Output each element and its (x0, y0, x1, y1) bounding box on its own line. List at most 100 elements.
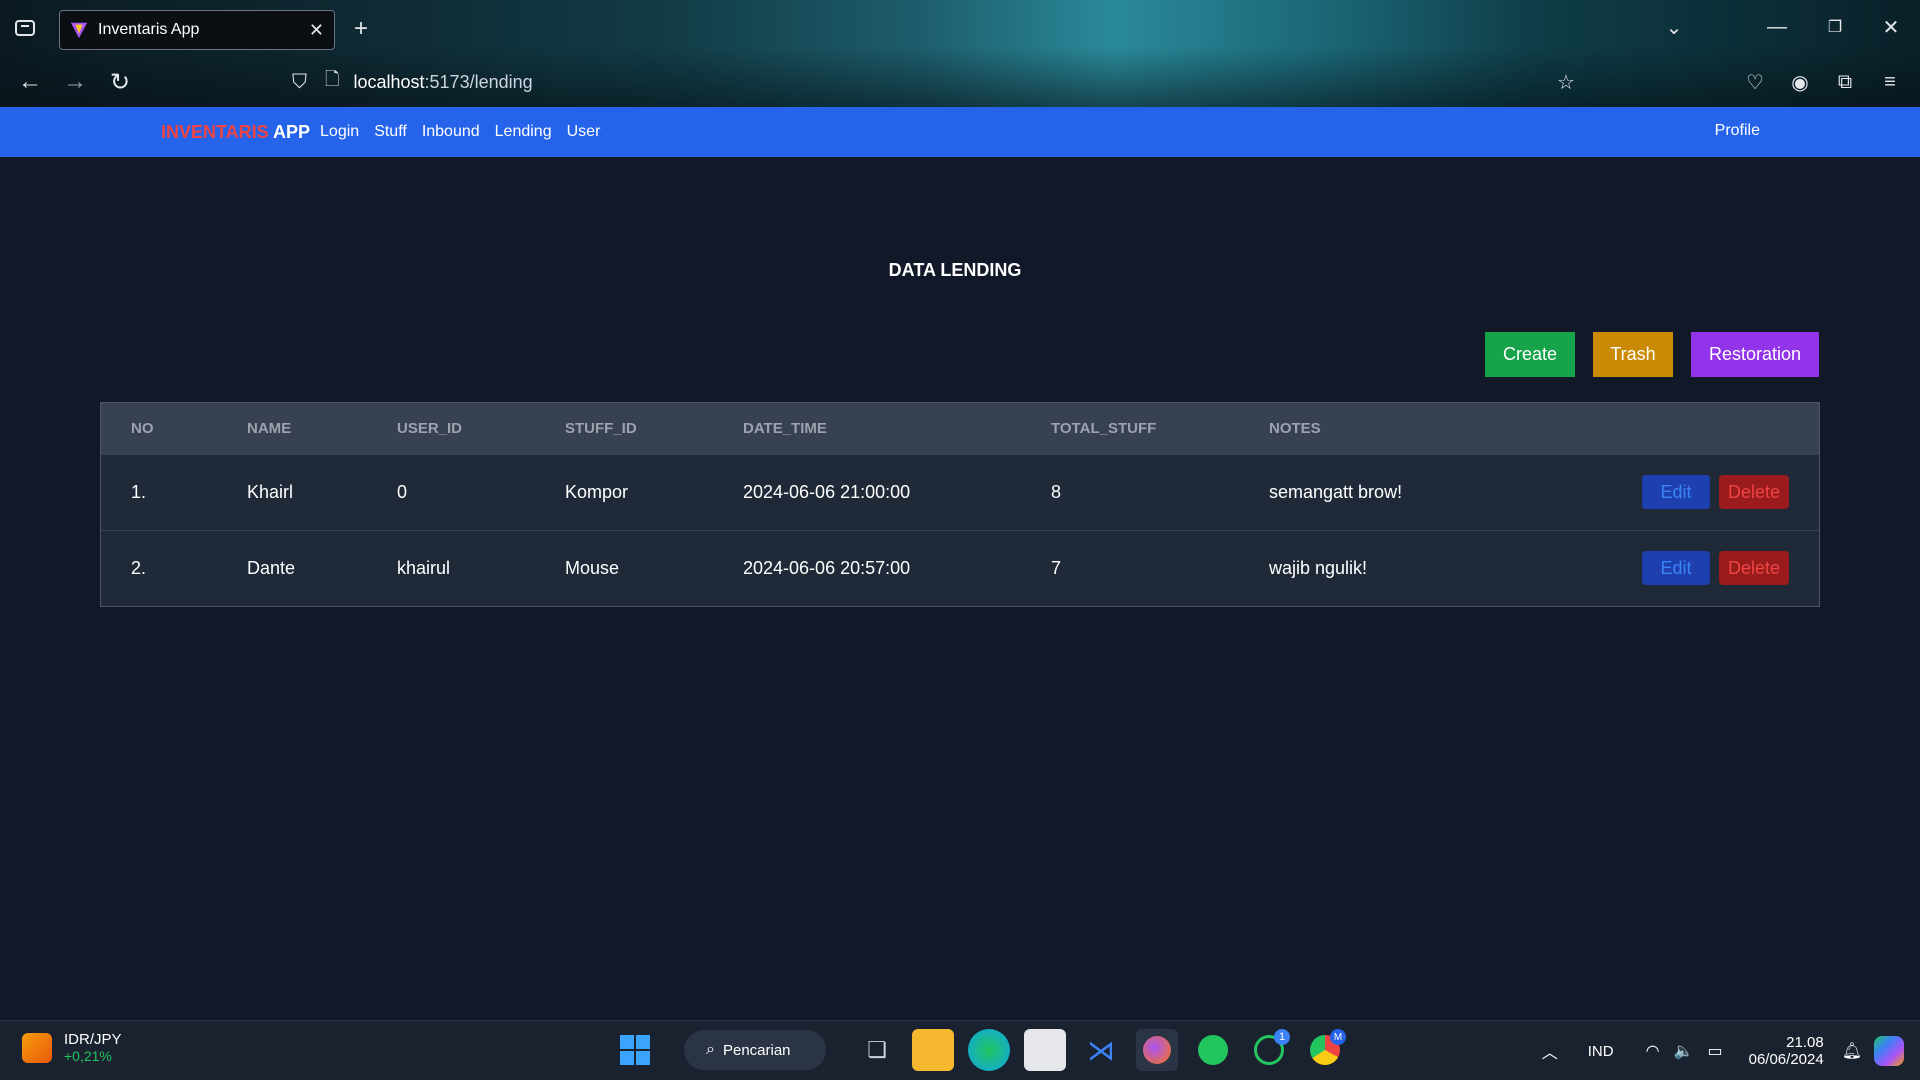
header-user-id: USER_ID (397, 419, 463, 437)
clock[interactable]: 21.08 06/06/2024 (1749, 1034, 1824, 1068)
page-title: DATA LENDING (888, 260, 1022, 280)
cell-notes: wajib ngulik! (1269, 557, 1368, 578)
cell-name: Khairl (247, 481, 294, 502)
header-name: NAME (247, 419, 292, 437)
cell-user-id: khairul (397, 557, 451, 578)
table-header-row: NO NAME USER_ID STUFF_ID DATE_TIME TOTAL… (101, 403, 1819, 454)
stock-coins-icon (22, 1032, 52, 1063)
language-indicator[interactable]: IND (1588, 1043, 1614, 1060)
volume-icon[interactable]: 🔈 (1674, 1041, 1694, 1061)
delete-button[interactable]: Delete (1719, 551, 1789, 586)
battery-icon[interactable]: ▭ (1707, 1041, 1722, 1061)
chrome-icon[interactable]: M (1304, 1029, 1346, 1071)
tab-title: Inventaris App (98, 21, 200, 38)
close-window-icon[interactable]: ✕ (1876, 12, 1906, 42)
nav-link-lending[interactable]: Lending (495, 123, 552, 141)
menu-icon[interactable]: ≡ (1875, 67, 1905, 97)
nav-link-login[interactable]: Login (320, 123, 359, 141)
new-tab-icon[interactable]: + (346, 14, 376, 44)
cell-date-time: 2024-06-06 21:00:00 (743, 481, 911, 502)
cell-no: 2. (131, 557, 147, 578)
extensions-icon[interactable]: ⧉ (1830, 67, 1860, 97)
cell-date-time: 2024-06-06 20:57:00 (743, 557, 911, 578)
firefox-icon[interactable] (1136, 1029, 1178, 1071)
taskbar-apps: ⌕ Pencarian ❏ ⋊ 1 M (620, 1029, 1346, 1071)
app-navbar: INVENTARIS APP Login Stuff Inbound Lendi… (0, 107, 1920, 157)
nav-links: Login Stuff Inbound Lending User (320, 123, 600, 141)
close-tab-icon[interactable]: ✕ (309, 20, 324, 41)
browser-tab[interactable]: Inventaris App ✕ (59, 10, 335, 50)
cell-no: 1. (131, 481, 147, 502)
tab-overview-icon[interactable] (10, 12, 40, 42)
chrome-profile-badge: M (1330, 1029, 1346, 1045)
delete-button[interactable]: Delete (1719, 475, 1789, 509)
stock-symbol: IDR/JPY (64, 1031, 122, 1048)
whatsapp-badge: 1 (1274, 1029, 1290, 1045)
account-icon[interactable]: ◉ (1785, 67, 1815, 97)
task-view-icon[interactable]: ❏ (856, 1029, 898, 1071)
restoration-button[interactable]: Restoration (1691, 332, 1819, 377)
header-actions (1569, 403, 1819, 454)
show-hidden-icons-icon[interactable]: ︿ (1542, 1039, 1558, 1063)
url-text[interactable]: localhost:5173/lending (353, 72, 532, 93)
action-buttons: Create Trash Restoration (1485, 332, 1819, 377)
header-total-stuff: TOTAL_STUFF (1051, 419, 1157, 437)
vscode-icon[interactable]: ⋊ (1080, 1029, 1122, 1071)
stock-widget[interactable]: IDR/JPY +0,21% (22, 1031, 122, 1064)
pocket-icon[interactable]: ♡ (1740, 67, 1770, 97)
nav-link-inbound[interactable]: Inbound (422, 123, 480, 141)
spotify-icon[interactable] (1192, 1029, 1234, 1071)
clock-date: 06/06/2024 (1748, 1051, 1824, 1068)
file-explorer-icon[interactable] (912, 1029, 954, 1071)
url-bar[interactable]: ⛉ 🗋 localhost:5173/lending (292, 66, 533, 98)
list-tabs-icon[interactable]: ⌄ (1659, 12, 1689, 42)
cell-stuff-id: Mouse (565, 557, 620, 578)
bookmark-star-icon[interactable]: ☆ (1551, 67, 1581, 97)
store-icon[interactable] (1024, 1029, 1066, 1071)
header-stuff-id: STUFF_ID (565, 419, 637, 437)
table-row: 2. Dante khairul Mouse 2024-06-06 20:57:… (101, 530, 1819, 606)
system-tray: ︿ IND ◠ 🔈 ▭ 21.08 06/06/2024 🔔︎ (1542, 1021, 1920, 1080)
minimize-icon[interactable]: — (1762, 12, 1792, 42)
windows-start-icon[interactable] (620, 1035, 650, 1065)
cell-actions: Edit Delete (1569, 454, 1819, 530)
brand-logo[interactable]: INVENTARIS APP (161, 122, 310, 143)
cell-total-stuff: 7 (1051, 557, 1062, 578)
browser-chrome: Inventaris App ✕ + ⌄ — ❐ ✕ ← → ↻ ⛉ 🗋 loc… (0, 0, 1920, 107)
shield-icon[interactable]: ⛉ (292, 71, 307, 94)
create-button[interactable]: Create (1485, 332, 1575, 377)
back-icon[interactable]: ← (15, 67, 45, 97)
page-icon: 🗋 (325, 69, 340, 89)
header-date-time: DATE_TIME (743, 419, 827, 437)
restore-icon[interactable]: ❐ (1820, 12, 1850, 42)
cell-stuff-id: Kompor (565, 481, 629, 502)
nav-link-stuff[interactable]: Stuff (374, 123, 407, 141)
cell-name: Dante (247, 557, 296, 578)
table-row: 1. Khairl 0 Kompor 2024-06-06 21:00:00 8… (101, 454, 1819, 530)
search-label: Pencarian (722, 1041, 791, 1059)
whatsapp-icon[interactable]: 1 (1248, 1029, 1290, 1071)
vite-favicon-icon (70, 22, 88, 39)
stock-change: +0,21% (64, 1048, 112, 1064)
cell-user-id: 0 (397, 481, 408, 502)
edit-button[interactable]: Edit (1642, 475, 1710, 509)
edge-icon[interactable] (968, 1029, 1010, 1071)
cell-total-stuff: 8 (1051, 481, 1062, 502)
cell-notes: semangatt brow! (1269, 481, 1403, 502)
taskbar-search[interactable]: ⌕ Pencarian (684, 1030, 826, 1070)
edit-button[interactable]: Edit (1642, 551, 1710, 586)
copilot-icon[interactable] (1874, 1036, 1904, 1066)
windows-taskbar: IDR/JPY +0,21% ⌕ Pencarian ❏ ⋊ 1 M ︿ IND… (0, 1020, 1920, 1080)
wifi-icon[interactable]: ◠ (1646, 1041, 1660, 1061)
header-no: NO (131, 419, 154, 437)
search-icon: ⌕ (706, 1041, 715, 1058)
nav-link-profile[interactable]: Profile (1715, 122, 1760, 140)
nav-link-user[interactable]: User (567, 123, 601, 141)
cell-actions: Edit Delete (1569, 530, 1819, 606)
reload-icon[interactable]: ↻ (105, 67, 135, 97)
notification-bell-icon[interactable]: 🔔︎ (1842, 1041, 1862, 1061)
forward-icon[interactable]: → (60, 67, 90, 97)
header-notes: NOTES (1269, 419, 1321, 437)
trash-button[interactable]: Trash (1593, 332, 1673, 377)
clock-time: 21.08 (1786, 1034, 1824, 1051)
